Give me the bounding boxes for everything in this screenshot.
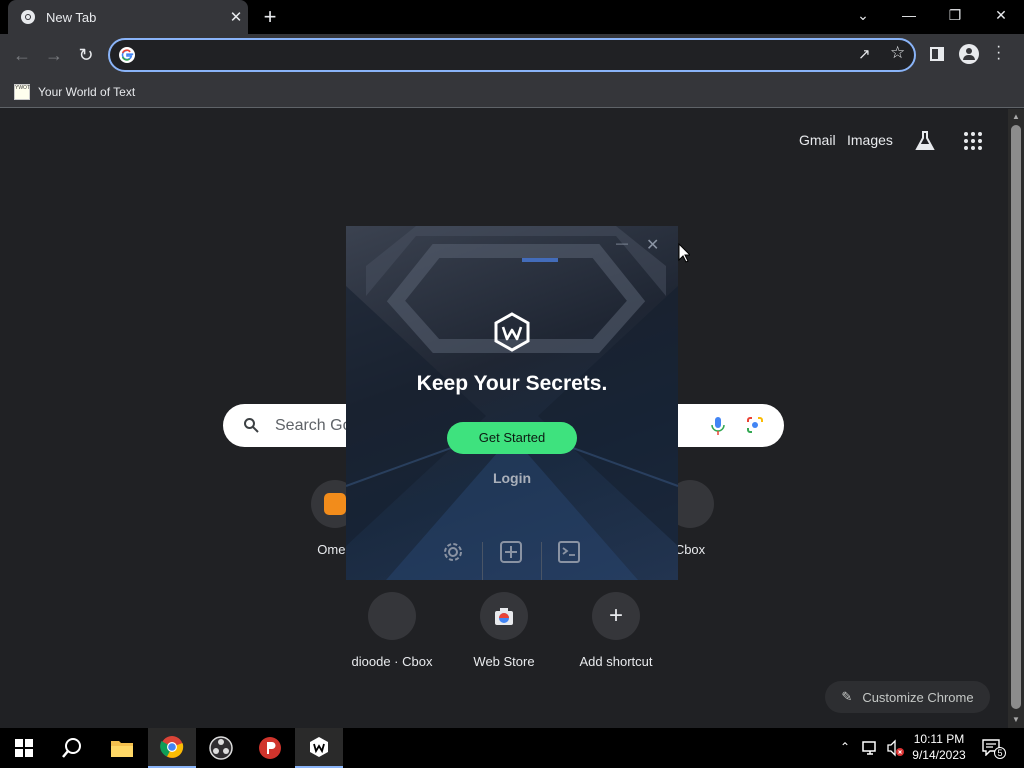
- notification-count-badge: 5: [994, 747, 1006, 759]
- taskbar-search-button[interactable]: [48, 728, 96, 768]
- search-icon: [62, 738, 81, 758]
- folder-icon: [111, 741, 133, 757]
- address-bar[interactable]: ↗ ☆: [108, 38, 916, 72]
- shortcut-label: Web Store: [473, 654, 535, 669]
- divider: [482, 542, 483, 580]
- back-icon[interactable]: ←: [10, 43, 34, 67]
- shortcut-label: dioode · Cbox: [351, 654, 433, 669]
- clock-date: 9/14/2023: [912, 748, 966, 762]
- omnibox-input[interactable]: [144, 45, 844, 65]
- show-hidden-icons-icon[interactable]: ⌃: [840, 740, 850, 754]
- google-g-icon: [119, 47, 135, 63]
- new-tab-button[interactable]: +: [258, 5, 282, 29]
- popup-minimize-icon[interactable]: —: [616, 236, 630, 250]
- windows-taskbar: ⌃ 10:11 PM 9/14/2023 5: [0, 728, 1024, 768]
- title-bar: New Tab ✕ + ⌄ — ❐ ✕: [0, 0, 1024, 34]
- customize-label: Customize Chrome: [862, 689, 974, 705]
- bookmark-your-world-of-text[interactable]: YWOT Your World of Text: [14, 82, 135, 102]
- tab-search-button[interactable]: ⌄: [840, 0, 886, 30]
- chrome-taskbar-button[interactable]: [148, 728, 196, 768]
- popup-title: Keep Your Secrets.: [416, 372, 608, 395]
- minimize-button[interactable]: —: [886, 0, 932, 30]
- windscribe-logo-icon: [494, 312, 530, 352]
- google-lens-icon[interactable]: [746, 416, 764, 434]
- forward-icon[interactable]: →: [42, 43, 66, 67]
- gmail-link[interactable]: Gmail: [799, 132, 836, 148]
- psiphon-taskbar-button[interactable]: [246, 728, 294, 768]
- reload-icon[interactable]: ↻: [74, 43, 98, 67]
- web-store-icon: [480, 592, 528, 640]
- profile-avatar-icon[interactable]: [959, 44, 979, 64]
- labs-flask-icon[interactable]: [914, 130, 936, 152]
- apps-grid-icon[interactable]: [963, 131, 983, 151]
- shortcut-web-store[interactable]: Web Store: [454, 592, 554, 669]
- system-clock[interactable]: 10:11 PM 9/14/2023: [906, 731, 972, 763]
- scroll-up-icon[interactable]: ▲: [1012, 112, 1020, 121]
- plus-icon: +: [592, 592, 640, 640]
- close-window-button[interactable]: ✕: [978, 0, 1024, 30]
- windscribe-icon: [310, 737, 328, 757]
- settings-gear-icon[interactable]: [442, 541, 464, 563]
- bookmarks-bar: YWOT Your World of Text: [0, 76, 1024, 108]
- get-started-button[interactable]: Get Started: [447, 422, 577, 454]
- restore-button[interactable]: ❐: [932, 0, 978, 30]
- terminal-icon[interactable]: [558, 541, 580, 563]
- windows-logo-icon: [15, 739, 33, 757]
- chrome-icon: [21, 10, 35, 24]
- vpn-welcome-popup: — ✕ Keep Your Secrets. Get Started Login: [346, 226, 678, 580]
- notifications-button[interactable]: 5: [982, 738, 1006, 759]
- mouse-cursor-icon: [678, 243, 690, 263]
- volume-muted-icon[interactable]: [886, 739, 904, 757]
- scrollbar-thumb[interactable]: [1011, 125, 1021, 709]
- share-icon[interactable]: ↗: [858, 45, 871, 63]
- shortcut-dioode-cbox[interactable]: dioode · Cbox: [342, 592, 442, 669]
- pencil-icon: ✎: [841, 689, 853, 704]
- shortcut-label: Add shortcut: [579, 654, 653, 669]
- chrome-icon: [160, 736, 184, 758]
- obs-icon: [209, 736, 233, 760]
- search-icon: [244, 418, 259, 433]
- network-icon[interactable]: [862, 740, 880, 756]
- psiphon-icon: [259, 737, 281, 759]
- side-panel-icon[interactable]: [930, 47, 944, 61]
- voice-search-icon[interactable]: [711, 416, 725, 436]
- close-tab-icon[interactable]: ✕: [224, 8, 248, 26]
- search-placeholder: Search Go: [275, 417, 352, 434]
- scroll-down-icon[interactable]: ▼: [1012, 715, 1020, 724]
- login-link[interactable]: Login: [346, 470, 678, 486]
- background-graphic: [346, 226, 678, 580]
- file-explorer-button[interactable]: [98, 728, 146, 768]
- blank-site-icon: [368, 592, 416, 640]
- bookmark-star-icon[interactable]: ☆: [890, 43, 905, 63]
- toolbar: ← → ↻ ↗ ☆ · · ·: [0, 34, 1024, 76]
- bookmark-label: Your World of Text: [38, 85, 136, 99]
- shortcut-add[interactable]: + Add shortcut: [566, 592, 666, 669]
- menu-kebab-icon[interactable]: · · ·: [996, 39, 1001, 67]
- obs-taskbar-button[interactable]: [197, 728, 245, 768]
- divider: [541, 542, 542, 580]
- customize-chrome-button[interactable]: ✎ Customize Chrome: [825, 681, 990, 713]
- tab-new-tab[interactable]: New Tab ✕: [8, 0, 248, 34]
- start-button[interactable]: [0, 728, 48, 768]
- add-location-icon[interactable]: [500, 541, 522, 563]
- ywot-favicon-icon: YWOT: [14, 84, 30, 100]
- page-scrollbar[interactable]: ▲ ▼: [1008, 109, 1024, 728]
- clock-time: 10:11 PM: [913, 732, 965, 746]
- tab-title: New Tab: [46, 9, 97, 25]
- images-link[interactable]: Images: [847, 132, 893, 148]
- windscribe-taskbar-button[interactable]: [295, 728, 343, 768]
- popup-close-icon[interactable]: ✕: [646, 238, 659, 254]
